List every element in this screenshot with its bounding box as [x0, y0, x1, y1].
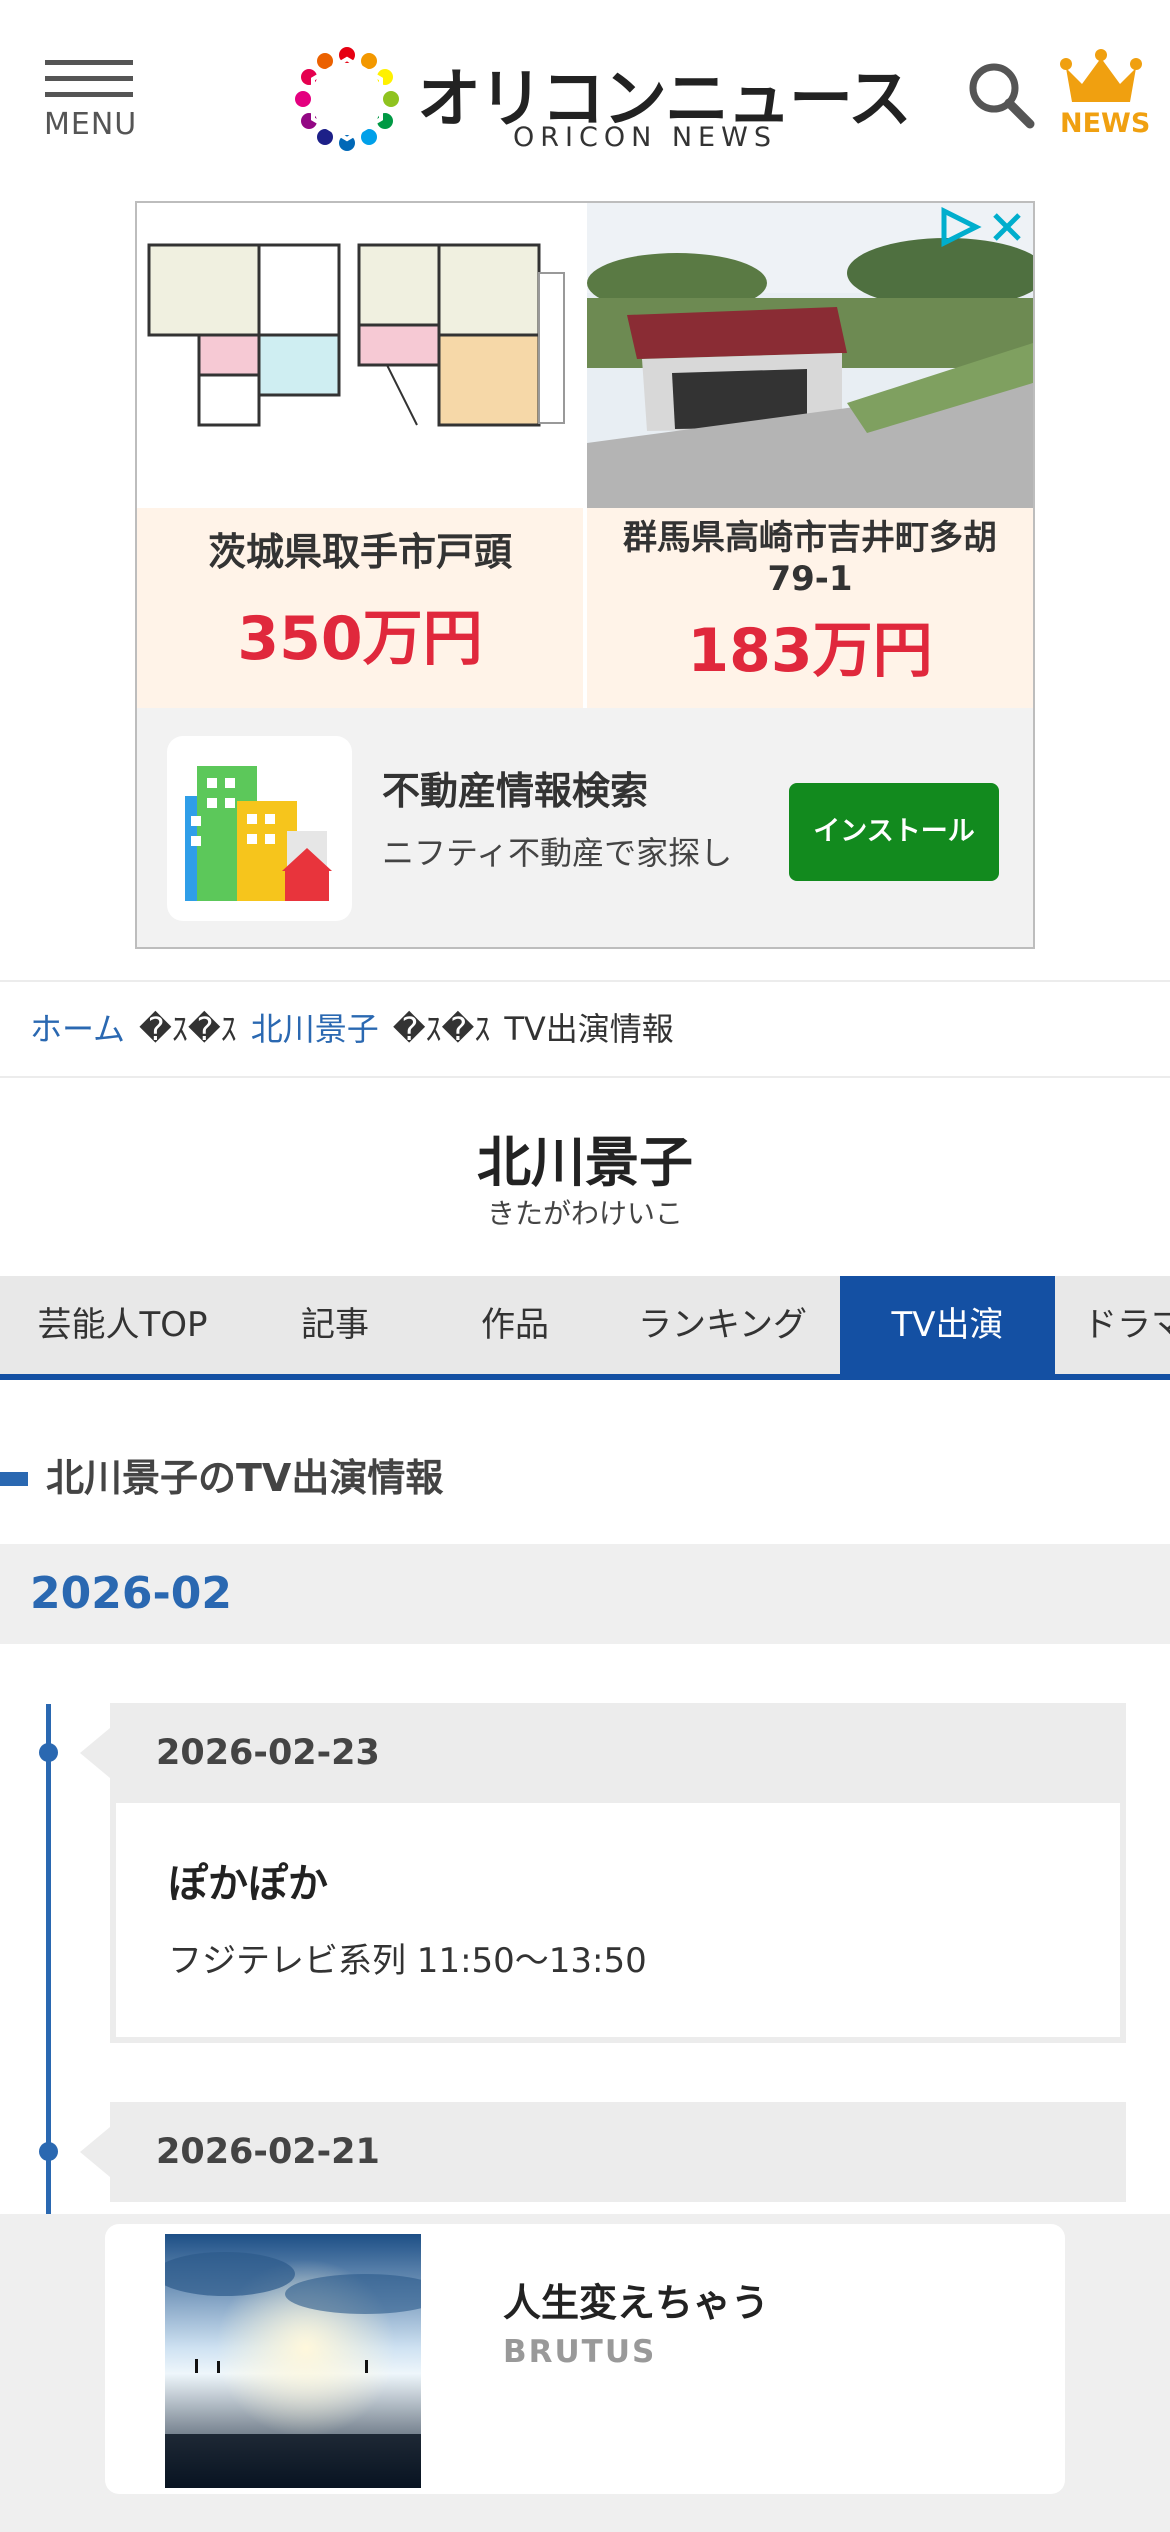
crown-icon [1060, 49, 1142, 102]
promo-card[interactable]: 人生変えちゃう BRUTUS [105, 2224, 1065, 2494]
timeline-dot [39, 1743, 58, 1762]
site-header: MENU オリコンニュース ORICON NEWS NEWS [0, 0, 1170, 190]
oricon-logo-mark [295, 47, 399, 151]
ad-listing-1[interactable]: 茨城県取手市戸頭 350万円 [137, 508, 583, 708]
breadcrumb: ホーム �ｽ�ｽ 北川景子 �ｽ�ｽ TV出演情報 [0, 980, 1170, 1078]
tab-top[interactable]: 芸能人TOP [0, 1276, 245, 1374]
ad-app-description: ニフティ不動産で家探し [382, 834, 733, 872]
tab-articles[interactable]: 記事 [245, 1276, 425, 1374]
menu-icon [45, 76, 133, 81]
section-title: 北川景子のTV出演情報 [46, 1456, 444, 1500]
tab-works[interactable]: 作品 [425, 1276, 605, 1374]
logo-text-en: ORICON NEWS [513, 122, 777, 153]
listing-location: 群馬県高崎市吉井町多胡79-1 [623, 518, 997, 599]
page-title: 北川景子 [477, 1131, 693, 1194]
ad-app-title: 不動産情報検索 [382, 769, 649, 813]
breadcrumb-home-link[interactable]: ホーム [30, 1010, 125, 1048]
section-heading: 北川景子のTV出演情報 [0, 1448, 443, 1508]
breadcrumb-person-link[interactable]: 北川景子 [251, 1010, 379, 1048]
search-icon [969, 63, 1035, 129]
profile-tabs: 芸能人TOP 記事 作品 ランキング TV出演 ドラマ [0, 1276, 1170, 1380]
tab-drama[interactable]: ドラマ [1055, 1276, 1170, 1374]
install-button[interactable]: インストール [789, 783, 999, 881]
breadcrumb-separator: �ｽ�ｽ [392, 1010, 491, 1048]
ad-banner[interactable]: 茨城県取手市戸頭 350万円 群馬県高崎市吉井町多胡79-1 183万円 不動産… [135, 201, 1035, 949]
listing-price: 350万円 [237, 603, 483, 674]
menu-icon [45, 60, 133, 65]
heading-marker [0, 1472, 28, 1486]
tab-tv[interactable]: TV出演 [840, 1276, 1055, 1374]
site-logo[interactable]: オリコンニュース ORICON NEWS [295, 42, 912, 157]
entry-card[interactable]: ぽかぽか フジテレビ系列 11:50〜13:50 [110, 1803, 1126, 2043]
entry-date: 2026-02-23 [80, 1703, 1126, 1803]
program-broadcast: フジテレビ系列 11:50〜13:50 [168, 1941, 647, 1981]
house-photo [587, 203, 1033, 508]
promo-thumbnail [165, 2234, 421, 2488]
menu-label: MENU [44, 107, 138, 142]
sticky-promo: 人生変えちゃう BRUTUS [0, 2214, 1170, 2532]
month-header: 2026-02 [0, 1544, 1170, 1644]
menu-button[interactable]: MENU [40, 52, 140, 152]
floorplan-image [137, 203, 587, 508]
news-ranking-button[interactable]: NEWS [1058, 48, 1151, 148]
name-reading: きたがわけいこ [486, 1197, 683, 1230]
ad-app-promo[interactable]: 不動産情報検索 ニフティ不動産で家探し インストール [137, 708, 1033, 947]
breadcrumb-separator: �ｽ�ｽ [139, 1010, 237, 1048]
close-icon[interactable] [987, 207, 1027, 247]
building-app-icon [167, 736, 352, 921]
ad-listing-2[interactable]: 群馬県高崎市吉井町多胡79-1 183万円 [587, 508, 1033, 708]
promo-source: BRUTUS [503, 2334, 657, 2370]
entry-date: 2026-02-21 [80, 2102, 1126, 2202]
ad-controls [938, 206, 1027, 248]
tab-ranking[interactable]: ランキング [605, 1276, 840, 1374]
timeline-dot [39, 2142, 58, 2161]
search-button[interactable] [964, 58, 1038, 132]
program-title: ぽかぽか [168, 1861, 328, 1907]
listing-price: 183万円 [687, 615, 933, 686]
news-label: NEWS [1060, 108, 1151, 139]
listing-location: 茨城県取手市戸頭 [207, 530, 512, 574]
menu-icon [45, 92, 133, 97]
breadcrumb-current: TV出演情報 [504, 1010, 674, 1048]
promo-title: 人生変えちゃう [503, 2281, 770, 2325]
adchoices-icon[interactable] [938, 206, 982, 248]
